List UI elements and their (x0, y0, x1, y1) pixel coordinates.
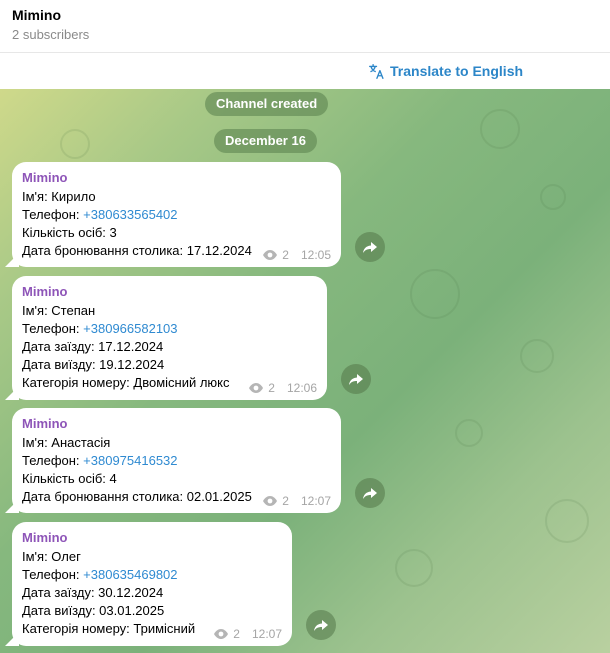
message-author: Mimino (22, 530, 68, 545)
forward-icon (363, 242, 377, 253)
message-line-phone: Телефон: +380975416532 (22, 452, 329, 470)
view-count: 2 (268, 381, 275, 395)
message-meta: 2 12:06 (248, 381, 317, 395)
message-line: Ім'я: Кирило (22, 189, 96, 204)
views-icon (214, 629, 229, 639)
message-time: 12:06 (286, 381, 317, 395)
message-meta: 2 12:07 (262, 494, 331, 508)
forward-icon (363, 488, 377, 499)
forward-icon (349, 374, 363, 385)
message-time: 12:07 (251, 627, 282, 641)
message-line: Дата заїзду: 30.12.2024 (22, 585, 164, 600)
view-count: 2 (282, 248, 289, 262)
chat-area[interactable]: Channel created December 16 Mimino Ім'я:… (0, 89, 610, 653)
translate-button[interactable]: Translate to English (368, 61, 523, 81)
forward-button[interactable] (355, 478, 385, 508)
message-line: Дата виїзду: 19.12.2024 (22, 357, 165, 372)
message-line-phone: Телефон: +380966582103 (22, 320, 315, 338)
service-message-channel-created: Channel created (205, 92, 329, 116)
wallpaper-doodle (545, 499, 589, 543)
message-line: Ім'я: Степан (22, 303, 96, 318)
forward-button[interactable] (306, 610, 336, 640)
wallpaper-doodle (60, 129, 90, 159)
wallpaper-doodle (520, 339, 554, 373)
message-line: Кількість осіб: 4 (22, 471, 117, 486)
message-bubble[interactable]: Mimino Ім'я: Анастасія Телефон: +3809754… (12, 408, 341, 513)
message-line: Дата заїзду: 17.12.2024 (22, 339, 164, 354)
phone-link[interactable]: +380633565402 (83, 207, 177, 222)
message-line: Кількість осіб: 3 (22, 225, 117, 240)
message-line: Дата виїзду: 03.01.2025 (22, 603, 165, 618)
phone-label: Телефон: (22, 453, 84, 468)
wallpaper-doodle (480, 109, 520, 149)
views-icon (249, 383, 264, 393)
wallpaper-doodle (395, 549, 433, 587)
translate-icon (369, 63, 384, 79)
wallpaper-doodle (455, 419, 483, 447)
subscriber-count: 2 subscribers (12, 27, 90, 42)
message-author: Mimino (22, 170, 68, 185)
message-bubble[interactable]: Mimino Ім'я: Кирило Телефон: +3806335654… (12, 162, 341, 267)
message-bubble[interactable]: Mimino Ім'я: Степан Телефон: +3809665821… (12, 276, 327, 400)
translate-label: Translate to English (390, 63, 524, 79)
channel-header[interactable]: Mimino 2 subscribers (0, 0, 610, 53)
phone-link[interactable]: +380635469802 (83, 567, 177, 582)
message-author: Mimino (22, 416, 68, 431)
message-meta: 2 12:05 (262, 248, 331, 262)
message-bubble[interactable]: Mimino Ім'я: Олег Телефон: +380635469802… (12, 522, 292, 646)
forward-button[interactable] (355, 232, 385, 262)
wallpaper-doodle (540, 184, 566, 210)
phone-label: Телефон: (22, 207, 84, 222)
message-line-phone: Телефон: +380633565402 (22, 206, 329, 224)
forward-icon (314, 620, 328, 631)
view-count: 2 (282, 494, 289, 508)
phone-label: Телефон: (22, 321, 84, 336)
message-time: 12:07 (300, 494, 331, 508)
view-count: 2 (233, 627, 240, 641)
wallpaper-doodle (410, 269, 460, 319)
phone-link[interactable]: +380966582103 (83, 321, 177, 336)
message-author: Mimino (22, 284, 68, 299)
channel-title: Mimino (12, 7, 61, 23)
message-line: Ім'я: Олег (22, 549, 81, 564)
message-meta: 2 12:07 (213, 627, 282, 641)
message-time: 12:05 (300, 248, 331, 262)
message-line: Ім'я: Анастасія (22, 435, 111, 450)
views-icon (263, 496, 278, 506)
forward-button[interactable] (341, 364, 371, 394)
service-message-date: December 16 (214, 129, 317, 153)
phone-label: Телефон: (22, 567, 84, 582)
message-line-phone: Телефон: +380635469802 (22, 566, 280, 584)
translate-bar: Translate to English (0, 53, 610, 89)
phone-link[interactable]: +380975416532 (83, 453, 177, 468)
views-icon (263, 250, 278, 260)
